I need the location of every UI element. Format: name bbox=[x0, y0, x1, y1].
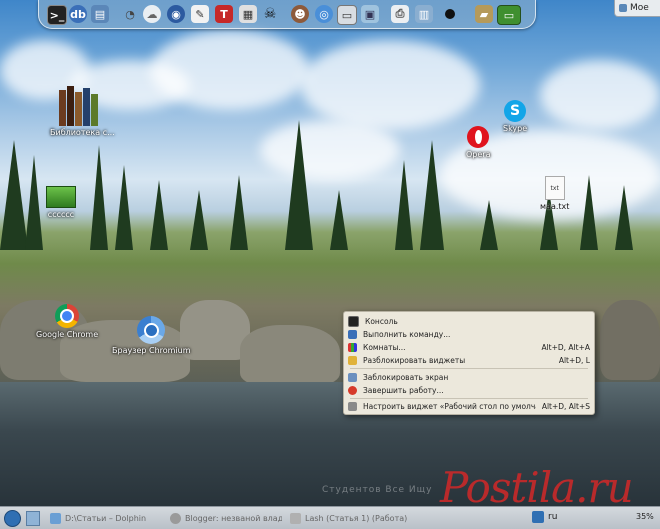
printer-icon[interactable]: ⎙ bbox=[391, 5, 409, 23]
desktop-icon-chrome-label: Google Chrome bbox=[36, 330, 99, 339]
lock-screen-icon bbox=[348, 372, 357, 382]
browser-icon bbox=[170, 512, 181, 524]
power-icon bbox=[348, 385, 357, 395]
desktop-icon-chrome[interactable]: Google Chrome bbox=[36, 304, 98, 339]
media-dot-icon[interactable] bbox=[441, 5, 459, 23]
photo-icon[interactable]: ▣ bbox=[361, 5, 379, 23]
desktop-icon-opera-label: Opera bbox=[466, 150, 491, 159]
menu-item-shutdown[interactable]: Завершить работу... bbox=[348, 384, 590, 396]
opera-icon bbox=[467, 126, 490, 148]
green-window-icon[interactable]: ▭ bbox=[497, 5, 521, 25]
kde-menu-icon[interactable] bbox=[4, 510, 21, 527]
network-icon[interactable] bbox=[532, 511, 544, 523]
menu-item-shortcut: Alt+D, L bbox=[558, 355, 590, 365]
menu-item-label: Выполнить команду... bbox=[363, 329, 451, 339]
activities-icon bbox=[348, 342, 357, 352]
task-editor[interactable]: Lash (Статья 1) (Работа) bbox=[290, 510, 410, 526]
task-dolphin[interactable]: D:\Статьи – Dolphin bbox=[50, 510, 162, 526]
menu-separator bbox=[350, 398, 588, 399]
desktop-context-menu: Консоль Выполнить команду... Комнаты... … bbox=[343, 311, 595, 415]
menu-item-label: Разблокировать виджеты bbox=[363, 355, 466, 365]
chromium-desktop-icon bbox=[137, 316, 166, 344]
document-stack-icon[interactable]: ▤ bbox=[91, 5, 109, 23]
menu-item-label: Завершить работу... bbox=[363, 385, 444, 395]
dolphin-icon bbox=[50, 512, 61, 524]
avatar-icon[interactable]: ☻ bbox=[291, 5, 309, 23]
calculator-icon[interactable]: ▦ bbox=[239, 5, 257, 23]
configure-icon bbox=[348, 401, 357, 411]
skull-icon[interactable]: ☠ bbox=[261, 5, 279, 23]
menu-item-shortcut: Alt+D, Alt+S bbox=[541, 401, 590, 411]
desktop-icon-green-folder-label: cccccc bbox=[47, 210, 75, 219]
menu-item-run-command[interactable]: Выполнить команду... bbox=[348, 328, 590, 340]
desktop-icon-opera[interactable]: Opera bbox=[466, 126, 491, 159]
menu-item-activities[interactable]: Комнаты... Alt+D, Alt+A bbox=[348, 341, 590, 353]
chromium-icon[interactable]: ◎ bbox=[315, 5, 333, 23]
cabinet-icon[interactable]: ▥ bbox=[415, 5, 433, 23]
top-right-menu-button[interactable]: Мое bbox=[614, 0, 660, 17]
tor-icon[interactable]: T bbox=[215, 5, 233, 23]
top-right-label: Мое bbox=[630, 3, 649, 13]
menu-item-configure-desktop[interactable]: Настроить виджет «Рабочий стол по умолча… bbox=[348, 400, 590, 412]
circular-app-icon[interactable]: ◉ bbox=[167, 5, 185, 23]
desktop-icon-chromium-label: Браузер Chromium bbox=[112, 346, 191, 355]
show-desktop-icon[interactable] bbox=[26, 511, 40, 526]
task-label: Blogger: незваной влад bbox=[185, 513, 282, 523]
menu-item-lock-screen[interactable]: Заблокировать экран bbox=[348, 371, 590, 383]
menu-item-label: Заблокировать экран bbox=[363, 372, 449, 382]
menu-item-label: Консоль bbox=[365, 316, 398, 326]
keyboard-layout[interactable]: ru bbox=[548, 512, 557, 522]
menu-item-shortcut: Alt+D, Alt+A bbox=[541, 342, 590, 352]
desktop-icon-skype-label: Skype bbox=[503, 124, 528, 133]
database-icon[interactable]: db bbox=[69, 5, 87, 23]
menu-item-console[interactable]: Консоль bbox=[348, 315, 590, 327]
text-file-icon: txt bbox=[544, 176, 565, 200]
taskbar: D:\Статьи – Dolphin Blogger: незваной вл… bbox=[0, 506, 660, 529]
unlock-icon bbox=[348, 355, 357, 365]
task-label: D:\Статьи – Dolphin bbox=[65, 513, 147, 523]
menu-item-label: Комнаты... bbox=[363, 342, 406, 352]
menu-item-unlock-widgets[interactable]: Разблокировать виджеты Alt+D, L bbox=[348, 354, 590, 366]
desktop-wallpaper[interactable] bbox=[0, 0, 660, 528]
postila-watermark: Postila.ru bbox=[440, 463, 634, 512]
task-blogger[interactable]: Blogger: незваной влад bbox=[170, 510, 282, 526]
edit-pencil-icon[interactable]: ✎ bbox=[191, 5, 209, 23]
app-menu-icon bbox=[619, 4, 627, 12]
menu-separator bbox=[350, 368, 588, 369]
folder-icon[interactable]: ▰ bbox=[475, 5, 493, 23]
books-icon bbox=[59, 86, 105, 126]
satellite-dish-icon[interactable]: ◔ bbox=[121, 5, 139, 23]
run-command-icon bbox=[348, 329, 357, 339]
window-settings-icon[interactable]: ▭ bbox=[337, 5, 357, 25]
desktop-icon-text-file[interactable]: txt маа.txt bbox=[540, 176, 569, 211]
task-label: Lash (Статья 1) (Работа) bbox=[305, 513, 408, 523]
top-dock-panel: >_ db ▤ ◔ ☁ ◉ ✎ T ▦ ☠ ☻ ◎ ▭ ▣ ⎙ ▥ ▰ ▭ bbox=[38, 0, 536, 29]
editor-icon bbox=[290, 512, 301, 524]
desktop-icon-green-folder[interactable]: cccccc bbox=[46, 186, 76, 219]
battery-indicator[interactable]: 35% bbox=[636, 512, 654, 521]
desktop-icon-skype[interactable]: S Skype bbox=[503, 100, 527, 133]
chrome-icon bbox=[55, 304, 80, 328]
desktop-icon-library-label: Библиотека с... bbox=[50, 128, 115, 137]
faint-watermark-text: Студентов Все Ищу bbox=[322, 485, 433, 495]
terminal-icon[interactable]: >_ bbox=[47, 5, 67, 25]
weather-cloud-icon[interactable]: ☁ bbox=[143, 5, 161, 23]
desktop-icon-chromium[interactable]: Браузер Chromium bbox=[112, 316, 191, 355]
menu-item-label: Настроить виджет «Рабочий стол по умолча… bbox=[363, 401, 536, 411]
console-icon bbox=[348, 315, 359, 327]
desktop-icon-library[interactable]: Библиотека с... bbox=[50, 86, 115, 137]
green-folder-icon bbox=[46, 186, 76, 208]
skype-icon: S bbox=[504, 100, 527, 122]
desktop-icon-text-file-label: маа.txt bbox=[540, 202, 570, 211]
